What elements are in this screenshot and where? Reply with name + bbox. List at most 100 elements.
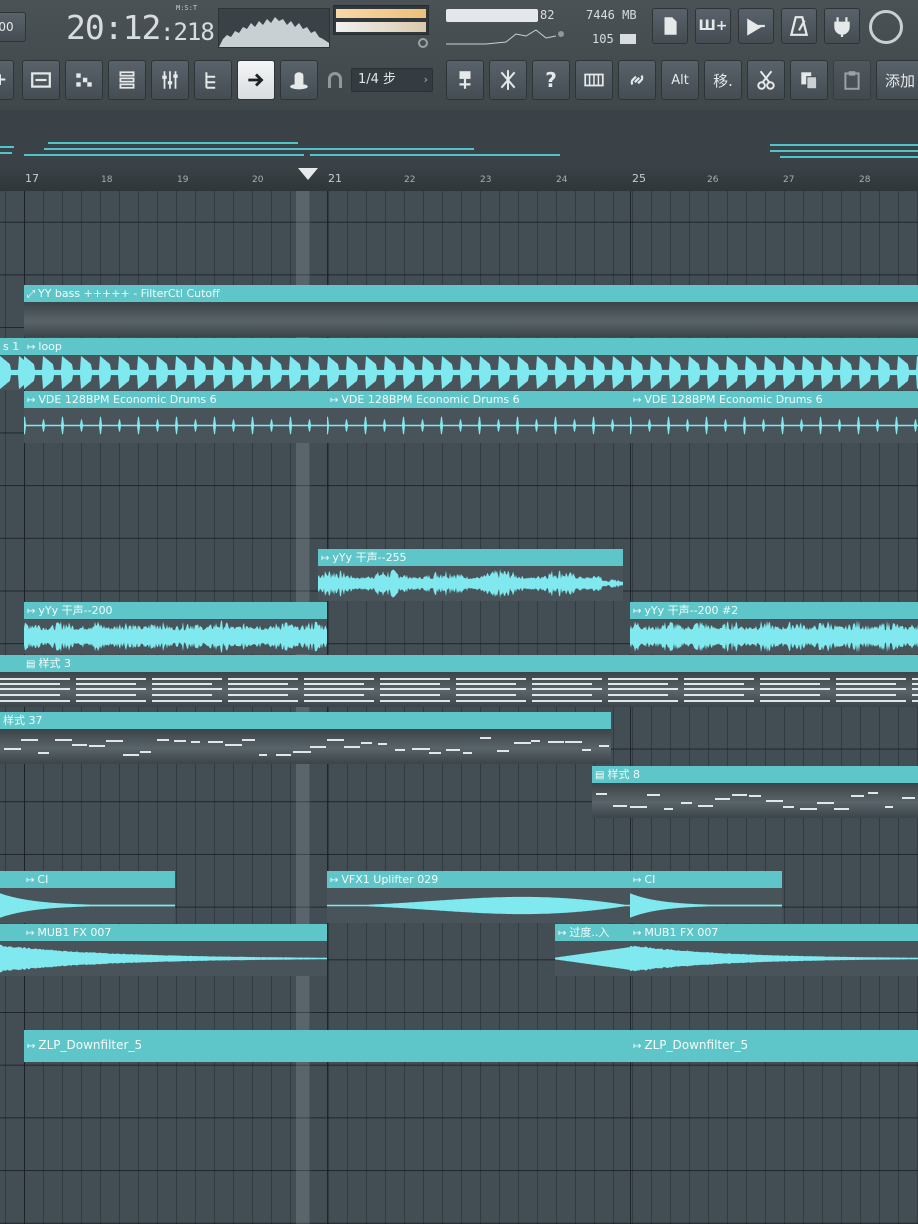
plugin-database-icon[interactable] xyxy=(280,60,318,100)
audio-clip[interactable]: ↦ VDE 128BPM Economic Drums 6 xyxy=(630,391,918,443)
overview-clip xyxy=(0,146,14,148)
playlist-icon[interactable] xyxy=(22,60,60,100)
note xyxy=(152,683,212,685)
clip-name: CI xyxy=(37,873,49,886)
pattern-notes xyxy=(0,729,611,764)
link-icon[interactable] xyxy=(618,60,656,100)
waveform xyxy=(327,408,630,443)
cpu-circle-icon[interactable] xyxy=(869,10,903,44)
audio-clip[interactable]: ↦ ZLP_Downfilter_5 xyxy=(630,1030,918,1062)
waveform xyxy=(0,941,327,976)
clip-name: VDE 128BPM Economic Drums 6 xyxy=(644,393,823,406)
paste-icon[interactable] xyxy=(833,60,871,100)
plugin-icon[interactable] xyxy=(824,8,860,44)
note xyxy=(456,694,516,696)
note xyxy=(565,741,582,743)
audio-clip[interactable]: ↦ MUB1 FX 007 xyxy=(0,924,327,976)
note xyxy=(191,741,200,743)
polyphony-count: 105 xyxy=(592,32,614,46)
note xyxy=(760,678,830,680)
audio-clip-icon: ↦ xyxy=(26,875,35,886)
automation-clip[interactable]: ⤢ YY bass +++++ - FilterCtl Cutoff xyxy=(24,285,918,337)
pattern-clip[interactable]: ▤ 样式 3 xyxy=(0,655,918,707)
timeline-ruler[interactable]: 17 18 19 20 21 22 23 24 25 26 27 28 xyxy=(0,167,918,192)
master-volume-slider[interactable] xyxy=(446,9,538,22)
playhead-icon[interactable] xyxy=(298,168,318,180)
file-icon[interactable] xyxy=(652,8,688,44)
alt-button[interactable]: Alt xyxy=(661,60,699,100)
note xyxy=(174,740,186,742)
note xyxy=(582,749,591,751)
note xyxy=(152,700,222,702)
audio-clip[interactable]: ↦ MUB1 FX 007 xyxy=(630,924,918,976)
snap-selector[interactable]: 1/4 步 › xyxy=(351,68,433,92)
bar-number: 27 xyxy=(783,175,795,185)
channel-rack-icon[interactable] xyxy=(108,60,146,100)
audio-clip[interactable]: ↦ yYy 干声--255 xyxy=(318,549,623,601)
meter-right xyxy=(336,22,426,32)
audio-clip[interactable]: ↦ loop xyxy=(24,338,918,390)
piano-roll-icon[interactable] xyxy=(65,60,103,100)
note xyxy=(0,688,70,690)
song-time-display[interactable]: 20:12 :218 M:S:T xyxy=(64,4,215,50)
cut-icon[interactable] xyxy=(747,60,785,100)
mixer-icon[interactable] xyxy=(151,60,189,100)
note xyxy=(912,688,918,690)
note xyxy=(608,678,678,680)
note xyxy=(608,688,678,690)
note xyxy=(152,694,212,696)
audio-clip[interactable]: ↦ VFX1 Uplifter 029 xyxy=(327,871,630,923)
audio-clip[interactable]: ↦ VDE 128BPM Economic Drums 6 xyxy=(24,391,327,443)
audio-clip[interactable]: ↦ yYy 干声--200 #2 xyxy=(630,602,918,654)
clip-header: ▤ 样式 3 xyxy=(0,655,918,672)
audio-clip[interactable]: ↦ 过度..入 xyxy=(555,924,630,976)
overview-clip xyxy=(44,148,474,150)
waveform xyxy=(0,355,24,390)
audio-clip[interactable]: ↦ CI xyxy=(0,871,175,923)
waveform xyxy=(24,408,327,443)
waveform xyxy=(0,888,175,923)
add-icon[interactable]: + xyxy=(0,60,14,100)
note xyxy=(684,678,754,680)
note xyxy=(304,678,374,680)
move-button[interactable]: 移. xyxy=(704,60,742,100)
copy-icon[interactable] xyxy=(790,60,828,100)
audio-clip[interactable]: s 1 xyxy=(0,338,24,390)
export-icon[interactable] xyxy=(738,8,774,44)
tempo-knob-icon[interactable] xyxy=(418,38,428,48)
clip-name: ZLP_Downfilter_5 xyxy=(38,1038,143,1052)
note xyxy=(76,694,136,696)
save-marker-icon[interactable] xyxy=(446,60,484,100)
slice-icon[interactable] xyxy=(489,60,527,100)
note xyxy=(548,741,564,743)
arrow-right-icon[interactable] xyxy=(237,60,275,100)
clip-header: ↦ VFX1 Uplifter 029 xyxy=(327,871,630,888)
audio-clip[interactable]: ↦ VDE 128BPM Economic Drums 6 xyxy=(327,391,630,443)
tempo-display[interactable]: 00 xyxy=(0,12,26,42)
note xyxy=(344,746,360,748)
audio-clip[interactable]: ↦ CI xyxy=(630,871,782,923)
clip-name: ZLP_Downfilter_5 xyxy=(644,1038,749,1052)
metronome-icon[interactable] xyxy=(781,8,817,44)
audio-clip[interactable]: ↦ yYy 干声--200 xyxy=(24,602,327,654)
note xyxy=(72,744,87,746)
magnet-icon[interactable] xyxy=(328,72,342,88)
pattern-clip[interactable]: ▤ 样式 8 xyxy=(592,766,918,818)
note xyxy=(228,678,298,680)
browser-icon[interactable] xyxy=(194,60,232,100)
audio-clip[interactable]: ↦ ZLP_Downfilter_5 xyxy=(24,1030,630,1062)
add-button[interactable]: 添加 xyxy=(876,60,918,100)
note xyxy=(259,754,267,756)
move-label: 移. xyxy=(713,71,733,90)
clip-header: ↦ MUB1 FX 007 xyxy=(630,924,918,941)
bar-number: 18 xyxy=(101,175,113,185)
piano-add-icon[interactable]: Ш+ xyxy=(695,8,731,44)
pattern-clip[interactable]: 样式 37 xyxy=(0,712,611,764)
note xyxy=(760,700,830,702)
note xyxy=(902,797,915,799)
clip-header: ↦ loop xyxy=(24,338,918,355)
playlist-overview[interactable] xyxy=(0,110,918,167)
memory-usage: 7446 MB xyxy=(586,8,637,22)
keyboard-icon[interactable] xyxy=(575,60,613,100)
help-button[interactable]: ? xyxy=(532,60,570,100)
